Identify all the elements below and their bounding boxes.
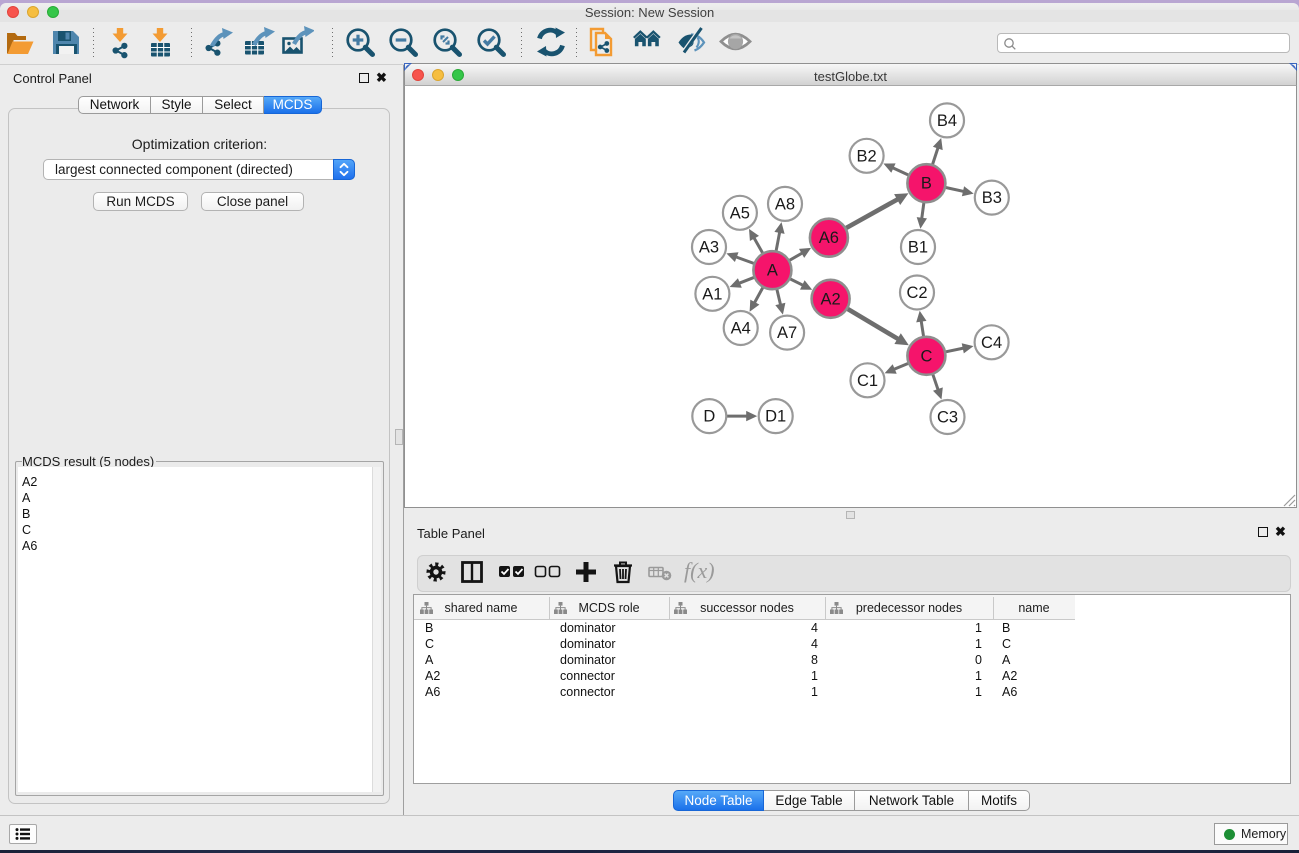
svg-text:A2: A2 (821, 290, 841, 308)
svg-text:D: D (703, 408, 715, 426)
svg-text:C1: C1 (857, 372, 878, 390)
svg-text:A1: A1 (702, 285, 722, 303)
svg-text:A7: A7 (777, 324, 797, 342)
svg-text:A4: A4 (731, 320, 751, 338)
svg-text:C3: C3 (937, 409, 958, 427)
svg-text:C2: C2 (906, 284, 927, 302)
svg-text:A8: A8 (775, 195, 795, 213)
svg-text:A3: A3 (699, 239, 719, 257)
svg-text:D1: D1 (765, 408, 786, 426)
svg-text:B3: B3 (982, 189, 1002, 207)
svg-text:B: B (921, 175, 932, 193)
svg-text:A: A (767, 262, 778, 280)
svg-text:C: C (920, 347, 932, 365)
svg-text:B2: B2 (857, 147, 877, 165)
svg-text:A6: A6 (819, 229, 839, 247)
svg-text:A5: A5 (730, 204, 750, 222)
svg-text:B1: B1 (908, 239, 928, 257)
svg-text:C4: C4 (981, 334, 1002, 352)
svg-text:B4: B4 (937, 112, 957, 130)
